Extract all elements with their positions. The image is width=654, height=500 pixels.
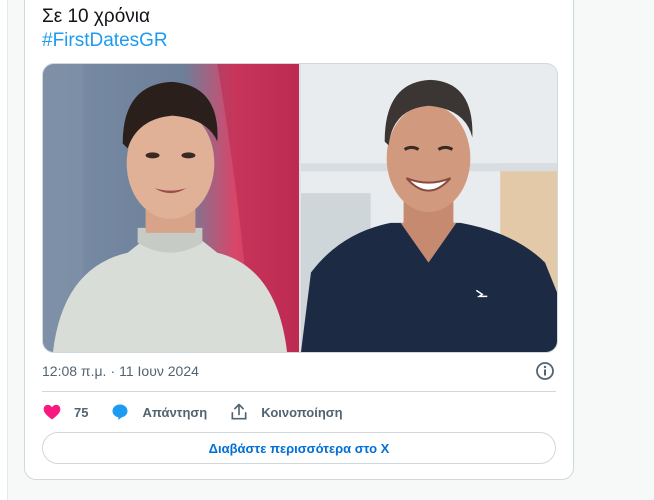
like-count: 75 — [74, 404, 89, 420]
page-left-gutter — [0, 0, 8, 500]
share-icon — [231, 403, 247, 420]
reply-bubble-icon — [112, 404, 128, 420]
tweet-actions: 75 Απάντηση Κοινοποίηση — [42, 401, 365, 423]
embedded-tweet-card: Σε 10 χρόνια #FirstDatesGR 12:08 π.μ. · … — [24, 0, 574, 480]
info-icon[interactable] — [535, 361, 555, 381]
reply-button[interactable]: Απάντηση — [110, 402, 207, 422]
read-more-button[interactable]: Διαβάστε περισσότερα στο X — [42, 432, 556, 464]
share-label: Κοινοποίηση — [261, 404, 343, 420]
like-button[interactable]: 75 — [42, 402, 88, 422]
timestamp-separator: · — [110, 363, 116, 379]
tweet-photo-right[interactable] — [301, 64, 557, 352]
reply-label: Απάντηση — [142, 404, 208, 420]
read-more-label: Διαβάστε περισσότερα στο X — [208, 440, 390, 456]
hashtag-link[interactable]: #FirstDatesGR — [42, 29, 168, 53]
tweet-timestamp[interactable]: 12:08 π.μ. · 11 Ιουν 2024 — [42, 363, 199, 379]
heart-icon — [43, 404, 61, 420]
divider — [42, 391, 556, 392]
share-button[interactable]: Κοινοποίηση — [229, 402, 343, 422]
tweet-photo-left[interactable] — [43, 64, 299, 352]
timestamp-date: 11 Ιουν 2024 — [119, 363, 199, 379]
tweet-media-grid[interactable] — [42, 63, 558, 353]
timestamp-time: 12:08 π.μ. — [42, 363, 107, 379]
tweet-text: Σε 10 χρόνια #FirstDatesGR — [42, 5, 168, 53]
tweet-text-line: Σε 10 χρόνια — [42, 6, 150, 27]
